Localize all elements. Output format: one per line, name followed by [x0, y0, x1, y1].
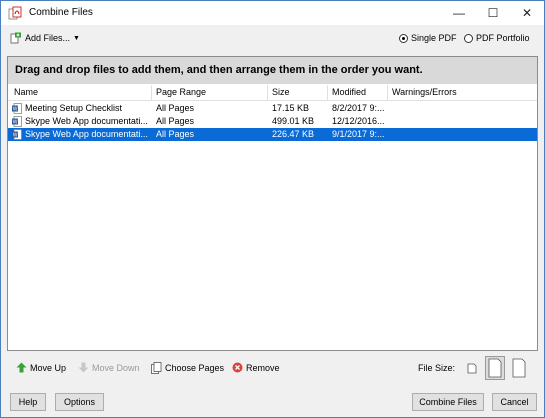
minimize-button[interactable]: —: [442, 1, 476, 25]
word-document-icon: W: [12, 116, 22, 127]
column-header-modified[interactable]: Modified: [332, 87, 366, 97]
move-down-button[interactable]: Move Down: [78, 362, 140, 373]
file-page-range: All Pages: [156, 103, 195, 113]
close-button[interactable]: ✕: [510, 1, 544, 25]
file-name: Skype Web App documentati...: [25, 116, 148, 126]
file-size: 17.15 KB: [272, 103, 310, 113]
single-pdf-label: Single PDF: [411, 33, 457, 43]
add-files-label: Add Files...: [25, 33, 71, 43]
file-size: 226.47 KB: [272, 129, 315, 139]
table-row[interactable]: W Meeting Setup Checklist All Pages 17.1…: [8, 102, 537, 115]
cancel-button[interactable]: Cancel: [492, 393, 537, 411]
svg-text:W: W: [13, 133, 18, 139]
add-files-icon: [10, 32, 21, 44]
chevron-down-icon: ▼: [73, 34, 80, 42]
add-files-button[interactable]: Add Files... ▼: [10, 32, 80, 44]
action-bar: Move Up Move Down Choose Pages Remove Fi…: [1, 353, 544, 383]
file-name: Skype Web App documentati...: [25, 129, 148, 139]
pages-icon: [151, 362, 162, 374]
pdf-portfolio-label: PDF Portfolio: [476, 33, 530, 43]
acrobat-app-icon: [8, 6, 22, 20]
file-modified: 12/12/2016...: [332, 116, 385, 126]
window-title: Combine Files: [29, 7, 93, 18]
file-page-range: All Pages: [156, 129, 195, 139]
file-list-panel[interactable]: Drag and drop files to add them, and the…: [7, 56, 538, 351]
maximize-icon: ☐: [487, 6, 499, 20]
word-document-icon: W: [12, 103, 22, 114]
svg-text:W: W: [13, 107, 18, 113]
combine-files-button[interactable]: Combine Files: [412, 393, 484, 411]
toolbar: Add Files... ▼ Single PDF PDF Portfolio: [1, 25, 544, 53]
file-size: 499.01 KB: [272, 116, 315, 126]
column-header-warnings[interactable]: Warnings/Errors: [392, 87, 457, 97]
remove-icon: [232, 362, 243, 373]
title-bar: Combine Files — ☐ ✕: [1, 1, 544, 25]
file-page-range: All Pages: [156, 116, 195, 126]
word-document-icon: W: [12, 129, 22, 140]
column-header-size[interactable]: Size: [272, 87, 290, 97]
pdf-portfolio-radio[interactable]: PDF Portfolio: [464, 33, 530, 43]
table-row-selected[interactable]: W Skype Web App documentati... All Pages…: [8, 128, 537, 141]
arrow-down-icon: [78, 362, 89, 373]
file-size-large-icon[interactable]: [510, 358, 528, 378]
file-modified: 9/1/2017 9:...: [332, 129, 385, 139]
options-button[interactable]: Options: [55, 393, 104, 411]
move-up-button[interactable]: Move Up: [16, 362, 66, 373]
maximize-button[interactable]: ☐: [476, 1, 510, 25]
close-icon: ✕: [521, 6, 533, 20]
instructions-banner: Drag and drop files to add them, and the…: [8, 57, 537, 84]
column-header-name[interactable]: Name: [14, 87, 38, 97]
file-size-default-icon[interactable]: [485, 356, 505, 380]
single-pdf-radio[interactable]: Single PDF: [399, 33, 457, 43]
help-button[interactable]: Help: [10, 393, 46, 411]
choose-pages-label: Choose Pages: [165, 363, 225, 373]
remove-button[interactable]: Remove: [232, 362, 280, 373]
radio-selected-icon: [399, 33, 408, 43]
move-up-label: Move Up: [30, 362, 67, 373]
move-down-label: Move Down: [92, 362, 140, 373]
arrow-up-icon: [16, 362, 27, 373]
file-size-label: File Size:: [418, 363, 456, 373]
minimize-icon: —: [453, 6, 465, 20]
combine-files-window: Combine Files — ☐ ✕ Add Files... ▼ Singl…: [0, 0, 545, 418]
remove-label: Remove: [246, 362, 280, 373]
table-header: Name Page Range Size Modified Warnings/E…: [8, 85, 537, 101]
column-header-page-range[interactable]: Page Range: [156, 87, 206, 97]
table-row[interactable]: W Skype Web App documentati... All Pages…: [8, 115, 537, 128]
file-size-small-icon[interactable]: [463, 358, 481, 378]
svg-text:W: W: [13, 120, 18, 126]
radio-unselected-icon: [464, 33, 473, 43]
file-name: Meeting Setup Checklist: [25, 103, 123, 113]
choose-pages-button[interactable]: Choose Pages: [151, 362, 224, 374]
file-modified: 8/2/2017 9:...: [332, 103, 385, 113]
